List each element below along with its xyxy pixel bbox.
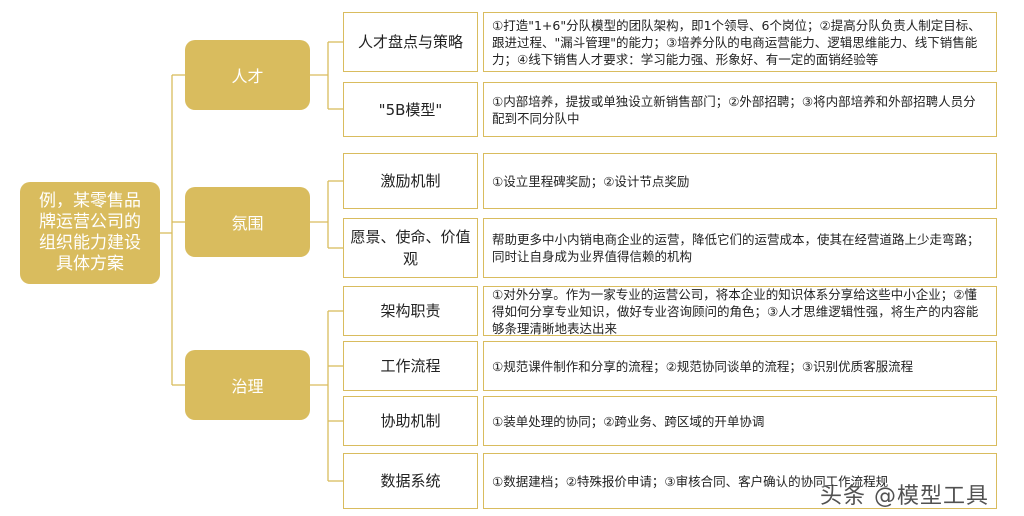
node-data-system: 数据系统 (343, 453, 478, 509)
node-workflow: 工作流程 (343, 341, 478, 391)
desc-incentive: ①设立里程碑奖励；②设计节点奖励 (483, 153, 997, 209)
node-incentive: 激励机制 (343, 153, 478, 209)
desc-vision: 帮助更多中小内销电商企业的运营，降低它们的运营成本，使其在经营道路上少走弯路；同… (483, 218, 997, 278)
node-structure: 架构职责 (343, 286, 478, 336)
category-governance: 治理 (185, 350, 310, 420)
desc-assist: ①装单处理的协同；②跨业务、跨区域的开单协调 (483, 396, 997, 446)
root-node: 例，某零售品牌运营公司的组织能力建设具体方案 (20, 182, 160, 284)
node-5b-model: "5B模型" (343, 82, 478, 137)
desc-structure: ①对外分享。作为一家专业的运营公司，将本企业的知识体系分享给这些中小企业；②懂得… (483, 286, 997, 336)
category-atmosphere: 氛围 (185, 187, 310, 257)
desc-5b-model: ①内部培养，提拔或单独设立新销售部门；②外部招聘；③将内部培养和外部招聘人员分配… (483, 82, 997, 137)
watermark: 头条 @模型工具 (820, 484, 989, 509)
node-assist: 协助机制 (343, 396, 478, 446)
desc-workflow: ①规范课件制作和分享的流程；②规范协同谈单的流程；③识别优质客服流程 (483, 341, 997, 391)
node-talent-inventory: 人才盘点与策略 (343, 12, 478, 72)
category-talent: 人才 (185, 40, 310, 110)
node-vision: 愿景、使命、价值观 (343, 218, 478, 278)
desc-talent-inventory: ①打造"1+6"分队模型的团队架构，即1个领导、6个岗位；②提高分队负责人制定目… (483, 12, 997, 72)
